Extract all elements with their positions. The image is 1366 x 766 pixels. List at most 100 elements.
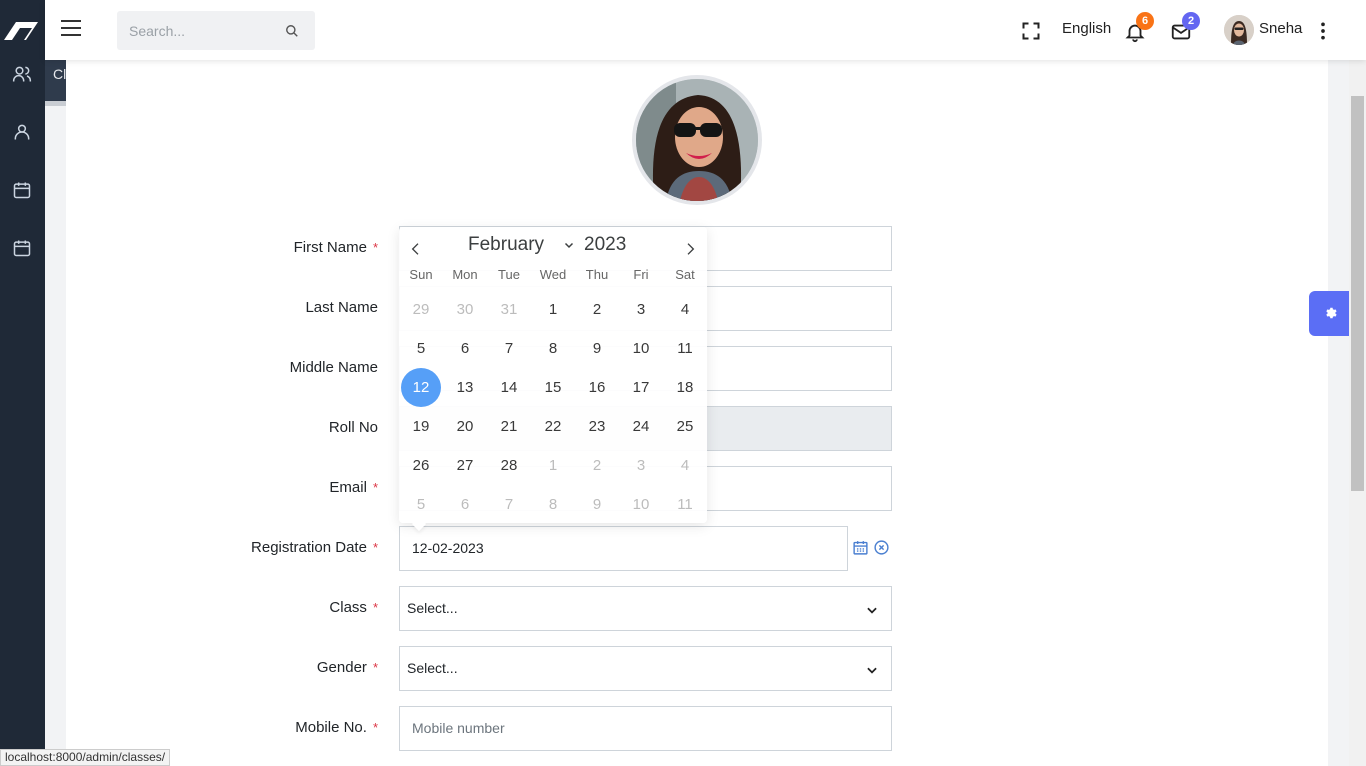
- top-header: English 6 2 Sneha: [45, 0, 1366, 60]
- calendar-day[interactable]: 3: [621, 290, 661, 329]
- month-select[interactable]: February: [468, 234, 544, 256]
- calendar-day[interactable]: 4: [665, 446, 705, 485]
- weekday-label: Sat: [675, 267, 695, 282]
- notifications-button[interactable]: 6: [1124, 12, 1154, 48]
- search-input[interactable]: [117, 11, 277, 50]
- app-logo[interactable]: [2, 14, 42, 44]
- calendar-day[interactable]: 23: [577, 407, 617, 446]
- avatar[interactable]: [1224, 15, 1254, 45]
- registration-date-field[interactable]: 12-02-2023: [399, 526, 848, 571]
- calendar-day[interactable]: 18: [665, 368, 705, 407]
- calendar-day[interactable]: 19: [401, 407, 441, 446]
- calendar-day[interactable]: 4: [665, 290, 705, 329]
- chevron-down-icon[interactable]: [563, 239, 575, 251]
- last-name-label: Last Name: [305, 299, 378, 316]
- settings-button[interactable]: [1309, 291, 1349, 336]
- weekday-label: Mon: [452, 267, 478, 282]
- profile-photo[interactable]: [632, 75, 762, 205]
- calendar-day[interactable]: 20: [445, 407, 485, 446]
- weekday-label: Fri: [633, 267, 649, 282]
- calendar-day[interactable]: 2: [577, 446, 617, 485]
- language-selector[interactable]: English: [1062, 20, 1111, 37]
- calendar-day[interactable]: 21: [489, 407, 529, 446]
- sidebar: [0, 0, 45, 766]
- status-bar-url: localhost:8000/admin/classes/: [0, 749, 171, 766]
- gear-icon: [1326, 307, 1337, 319]
- calendar-day[interactable]: 7: [489, 329, 529, 368]
- notifications-badge: 6: [1136, 12, 1154, 30]
- mobile-field[interactable]: Mobile number: [399, 706, 892, 751]
- calendar-day[interactable]: 8: [533, 329, 573, 368]
- date-picker-popup: February 2023 Sun Mon Tue Wed Thu Fri Sat 29 30 3…: [399, 227, 707, 523]
- more-vertical-icon[interactable]: [1313, 21, 1333, 41]
- clear-date-icon[interactable]: [873, 539, 890, 556]
- year-input[interactable]: 2023: [584, 234, 626, 256]
- messages-badge: 2: [1182, 12, 1200, 30]
- calendar-day[interactable]: 22: [533, 407, 573, 446]
- calendar-day[interactable]: 27: [445, 446, 485, 485]
- calendar-day[interactable]: 5: [401, 329, 441, 368]
- class-label: Class *: [329, 599, 378, 616]
- weekday-label: Wed: [539, 267, 567, 282]
- mobile-placeholder: Mobile number: [412, 720, 505, 736]
- calendar-day[interactable]: 26: [401, 446, 441, 485]
- calendar-icon[interactable]: [12, 238, 32, 258]
- middle-name-label: Middle Name: [289, 359, 378, 376]
- search-box: [117, 11, 315, 50]
- registration-date-label: Registration Date *: [251, 539, 378, 556]
- calendar-day[interactable]: 25: [665, 407, 705, 446]
- calendar-day[interactable]: 10: [621, 485, 661, 524]
- user-icon[interactable]: [12, 122, 32, 142]
- gender-label: Gender *: [316, 659, 378, 676]
- next-month-icon[interactable]: [682, 241, 698, 257]
- user-avatar-image: [1224, 15, 1254, 45]
- fullscreen-icon[interactable]: [1021, 21, 1041, 41]
- mobile-label: Mobile No. *: [295, 719, 378, 736]
- calendar-day[interactable]: 15: [533, 368, 573, 407]
- calendar-day[interactable]: 3: [621, 446, 661, 485]
- calendar-day[interactable]: 1: [533, 446, 573, 485]
- calendar-day[interactable]: 8: [533, 485, 573, 524]
- user-name[interactable]: Sneha: [1259, 20, 1302, 37]
- calendar-day[interactable]: 11: [665, 485, 705, 524]
- roll-no-label: Roll No: [328, 419, 378, 436]
- page-scrollbar[interactable]: [1349, 60, 1366, 766]
- messages-button[interactable]: 2: [1170, 12, 1200, 48]
- calendar-day[interactable]: 29: [401, 290, 441, 329]
- scrollbar-thumb[interactable]: [1351, 96, 1364, 491]
- calendar-day[interactable]: 13: [445, 368, 485, 407]
- menu-toggle-icon[interactable]: [61, 20, 81, 40]
- calendar-day[interactable]: 30: [445, 290, 485, 329]
- calendar-day[interactable]: 9: [577, 329, 617, 368]
- calendar-day[interactable]: 12: [401, 368, 441, 407]
- calendar-day[interactable]: 11: [665, 329, 705, 368]
- calendar-day[interactable]: 6: [445, 485, 485, 524]
- class-select-value: Select...: [407, 600, 458, 616]
- calendar-day[interactable]: 16: [577, 368, 617, 407]
- calendar-day[interactable]: 1: [533, 290, 573, 329]
- calendar-day[interactable]: 10: [621, 329, 661, 368]
- calendar-icon[interactable]: [852, 539, 869, 556]
- calendar-day[interactable]: 5: [401, 485, 441, 524]
- class-select[interactable]: Select...: [399, 586, 892, 631]
- calendar-icon[interactable]: [12, 180, 32, 200]
- users-icon[interactable]: [12, 64, 32, 84]
- prev-month-icon[interactable]: [408, 241, 424, 257]
- search-icon[interactable]: [285, 24, 299, 38]
- chevron-down-icon: [867, 667, 877, 674]
- profile-photo-image: [636, 79, 758, 201]
- registration-date-value: 12-02-2023: [412, 540, 484, 556]
- calendar-day[interactable]: 17: [621, 368, 661, 407]
- calendar-day[interactable]: 9: [577, 485, 617, 524]
- calendar-day[interactable]: 14: [489, 368, 529, 407]
- weekday-label: Thu: [585, 267, 609, 282]
- calendar-day[interactable]: 7: [489, 485, 529, 524]
- email-label: Email *: [329, 479, 378, 496]
- calendar-day[interactable]: 6: [445, 329, 485, 368]
- gender-select[interactable]: Select...: [399, 646, 892, 691]
- calendar-day[interactable]: 24: [621, 407, 661, 446]
- calendar-day[interactable]: 2: [577, 290, 617, 329]
- calendar-day[interactable]: 28: [489, 446, 529, 485]
- calendar-day[interactable]: 31: [489, 290, 529, 329]
- gender-select-value: Select...: [407, 660, 458, 676]
